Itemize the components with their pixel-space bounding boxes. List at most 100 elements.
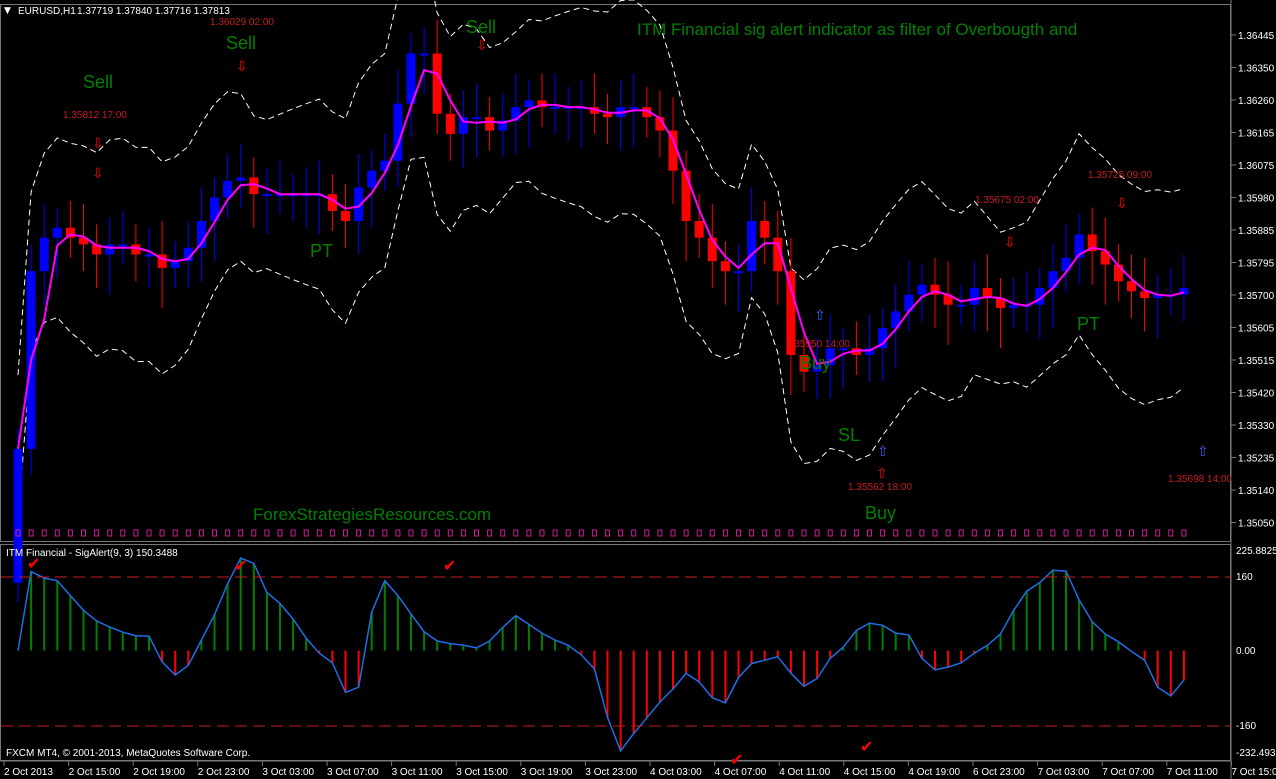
up-arrow-icon: ⇧: [814, 308, 826, 324]
dot-marker: [578, 529, 584, 537]
dot-marker: [893, 529, 899, 537]
price-tick-label: 1.36165: [1238, 129, 1275, 140]
dot-marker: [487, 529, 493, 537]
time-tick-label: 2 Oct 15:00: [69, 767, 121, 778]
dot-marker: [539, 529, 545, 537]
candle-body: [734, 271, 743, 274]
candle-body: [747, 220, 757, 272]
time-tick-label: 2 Oct 19:00: [133, 767, 185, 778]
dot-marker: [290, 529, 296, 537]
down-arrow-icon: ⇩: [1116, 196, 1128, 212]
dot-marker: [867, 529, 872, 537]
sell-label: Sell: [226, 33, 256, 53]
alert-price-label: 1.35675 02:00: [975, 195, 1039, 206]
candle-body: [445, 113, 455, 134]
dot-marker: [605, 529, 610, 537]
dot-marker: [618, 529, 624, 537]
dot-marker: [303, 529, 309, 537]
dot-marker: [1168, 529, 1174, 537]
price-tick-label: 1.35885: [1238, 226, 1275, 237]
main-chart-frame: [0, 4, 1231, 542]
time-tick-label: 7 Oct 03:00: [1038, 767, 1090, 778]
dot-marker: [906, 529, 912, 537]
dot-marker: [120, 529, 126, 537]
dot-marker: [343, 529, 348, 537]
dot-marker: [159, 529, 165, 537]
candle-body: [262, 194, 272, 197]
dot-marker: [172, 529, 178, 537]
buy-label: Buy: [800, 353, 831, 373]
time-axis-ticks: 2 Oct 2013 2 Oct 15:00 2 Oct 19:00 2 Oct 23…: [3, 761, 1276, 778]
candle-body: [13, 448, 23, 583]
dot-marker: [1076, 529, 1082, 537]
dot-marker: [395, 529, 401, 537]
dot-marker: [500, 529, 506, 537]
lower-band: [17, 156, 1185, 523]
time-tick-label: 3 Oct 15:00: [456, 767, 508, 778]
dot-marker: [1142, 529, 1148, 537]
dot-marker: [67, 529, 73, 537]
dot-marker: [945, 529, 951, 537]
alert-price-label: 1.35698 14:00: [1168, 474, 1232, 485]
candles: [13, 20, 1189, 603]
ma-line: [17, 69, 1185, 449]
price-tick-label: 1.35605: [1238, 324, 1275, 335]
candle-body: [472, 117, 481, 120]
dot-marker: [932, 529, 938, 537]
dot-marker: [1115, 529, 1121, 537]
dot-marker: [971, 529, 977, 537]
time-tick-label: 3 Oct 19:00: [521, 767, 573, 778]
bottom-dots: [15, 529, 1187, 537]
sell-price-label: 1.35812 17:00: [63, 110, 127, 121]
candle-body: [694, 220, 704, 238]
dot-marker: [827, 529, 833, 537]
ind-axis-min: -232.4935: [1236, 748, 1276, 759]
candle-body: [603, 113, 612, 118]
dot-marker: [329, 529, 335, 537]
ohlc-values: 1.37719 1.37840 1.37716 1.37813: [77, 6, 230, 17]
time-tick-label: 3 Oct 03:00: [262, 767, 314, 778]
candle-body: [956, 304, 966, 307]
down-arrow-icon: ⇩: [92, 166, 104, 182]
dot-marker: [670, 529, 676, 537]
price-tick-label: 1.35980: [1238, 194, 1275, 205]
buy-label: Buy: [865, 503, 896, 523]
price-tick-label: 1.35420: [1238, 389, 1275, 400]
candle-body: [39, 237, 49, 272]
time-tick-label: 2 Oct 23:00: [198, 767, 250, 778]
dot-marker: [369, 529, 375, 537]
dot-marker: [775, 529, 781, 537]
upper-band: [17, 0, 1185, 376]
candle-body: [550, 107, 560, 110]
dot-marker: [1129, 529, 1134, 537]
candle-body: [681, 170, 691, 221]
mt4-chart-window[interactable]: 1.36445 1.36350 1.36260 1.36165 1.36075 1.359…: [0, 0, 1276, 779]
dot-marker: [185, 529, 191, 537]
down-arrow-icon: ⇩: [476, 38, 488, 54]
time-tick-label: 2 Oct 2013: [4, 767, 53, 778]
dot-marker: [28, 529, 34, 537]
alert-price-label: 1.35725 09:00: [1088, 170, 1152, 181]
check-icon: ✔: [234, 556, 247, 575]
dot-marker: [54, 529, 60, 537]
dot-marker: [552, 529, 558, 537]
bollinger-bands: [17, 0, 1185, 523]
candle-body: [524, 100, 534, 108]
sell-price-label: 1.36029 02:00: [210, 17, 274, 28]
buy-price-label: 1.35562 18:00: [848, 482, 912, 493]
time-tick-label: 3 Oct 23:00: [585, 767, 637, 778]
candle-body: [236, 177, 246, 181]
moving-average: [17, 69, 1185, 449]
price-tick-label: 1.35050: [1238, 519, 1275, 530]
down-arrow-icon: ⇩: [92, 136, 104, 152]
dot-marker: [998, 529, 1003, 537]
dot-marker: [251, 529, 257, 537]
dot-marker: [840, 529, 846, 537]
check-icon: ✔: [860, 737, 873, 756]
dot-marker: [316, 529, 322, 537]
dot-marker: [421, 529, 427, 537]
dot-marker: [146, 529, 152, 537]
up-arrow-icon: ⇧: [877, 444, 889, 460]
price-tick-label: 1.35330: [1238, 421, 1275, 432]
price-tick-label: 1.35515: [1238, 356, 1275, 367]
